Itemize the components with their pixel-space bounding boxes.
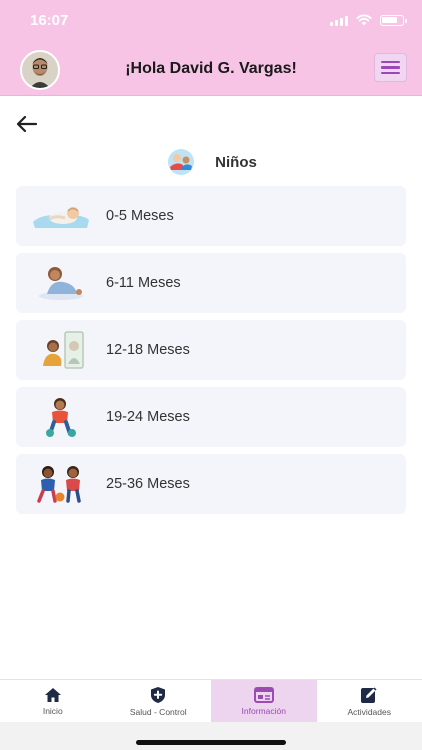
tab-label: Inicio	[42, 705, 63, 716]
app-header: ¡Hola David G. Vargas!	[0, 44, 422, 96]
playing-kids-icon	[16, 454, 106, 514]
info-panel-icon	[253, 686, 274, 703]
back-button[interactable]	[14, 113, 40, 135]
age-group-list: 0-5 Meses 6-11 Meses 12-18 Meses 19-24 M…	[16, 186, 406, 521]
age-group-0-5[interactable]: 0-5 Meses	[16, 186, 406, 246]
toddler-mirror-icon	[16, 320, 106, 380]
edit-icon	[361, 686, 377, 703]
menu-button[interactable]	[374, 53, 407, 82]
wifi-icon	[356, 14, 372, 26]
tab-label: Salud - Control	[129, 706, 187, 717]
age-group-6-11[interactable]: 6-11 Meses	[16, 253, 406, 313]
sleeping-baby-icon	[16, 186, 106, 246]
status-icons	[330, 14, 407, 26]
age-group-label: 25-36 Meses	[106, 476, 190, 492]
tab-inicio[interactable]: Inicio	[0, 680, 106, 722]
age-group-25-36[interactable]: 25-36 Meses	[16, 454, 406, 514]
section-title: Niños	[215, 153, 257, 171]
tab-actividades[interactable]: Actividades	[317, 680, 422, 722]
battery-icon	[380, 14, 407, 26]
age-group-label: 0-5 Meses	[106, 208, 174, 224]
age-group-label: 19-24 Meses	[106, 409, 190, 425]
status-time: 16:07	[30, 12, 69, 29]
status-bar: 16:07	[0, 0, 422, 44]
tab-label: Información	[241, 705, 286, 716]
age-group-19-24[interactable]: 19-24 Meses	[16, 387, 406, 447]
section-header: Niños	[0, 146, 422, 178]
home-icon	[44, 687, 61, 702]
home-indicator[interactable]	[136, 740, 286, 745]
children-icon	[168, 149, 195, 175]
hamburger-icon	[381, 60, 400, 64]
walking-toddler-icon	[16, 387, 106, 447]
tab-label: Actividades	[347, 706, 391, 717]
crawling-baby-icon	[16, 253, 106, 313]
health-shield-icon	[151, 686, 166, 703]
back-arrow-icon	[16, 115, 38, 133]
tab-salud-control[interactable]: Salud - Control	[106, 680, 212, 722]
home-indicator-area	[0, 722, 422, 750]
age-group-label: 6-11 Meses	[106, 275, 181, 291]
signal-icon	[330, 15, 348, 26]
bottom-nav: Inicio Salud - Control Información Activ…	[0, 679, 422, 722]
age-group-label: 12-18 Meses	[106, 342, 190, 358]
greeting-title: ¡Hola David G. Vargas!	[125, 60, 297, 77]
age-group-12-18[interactable]: 12-18 Meses	[16, 320, 406, 380]
tab-informacion[interactable]: Información	[211, 680, 317, 722]
